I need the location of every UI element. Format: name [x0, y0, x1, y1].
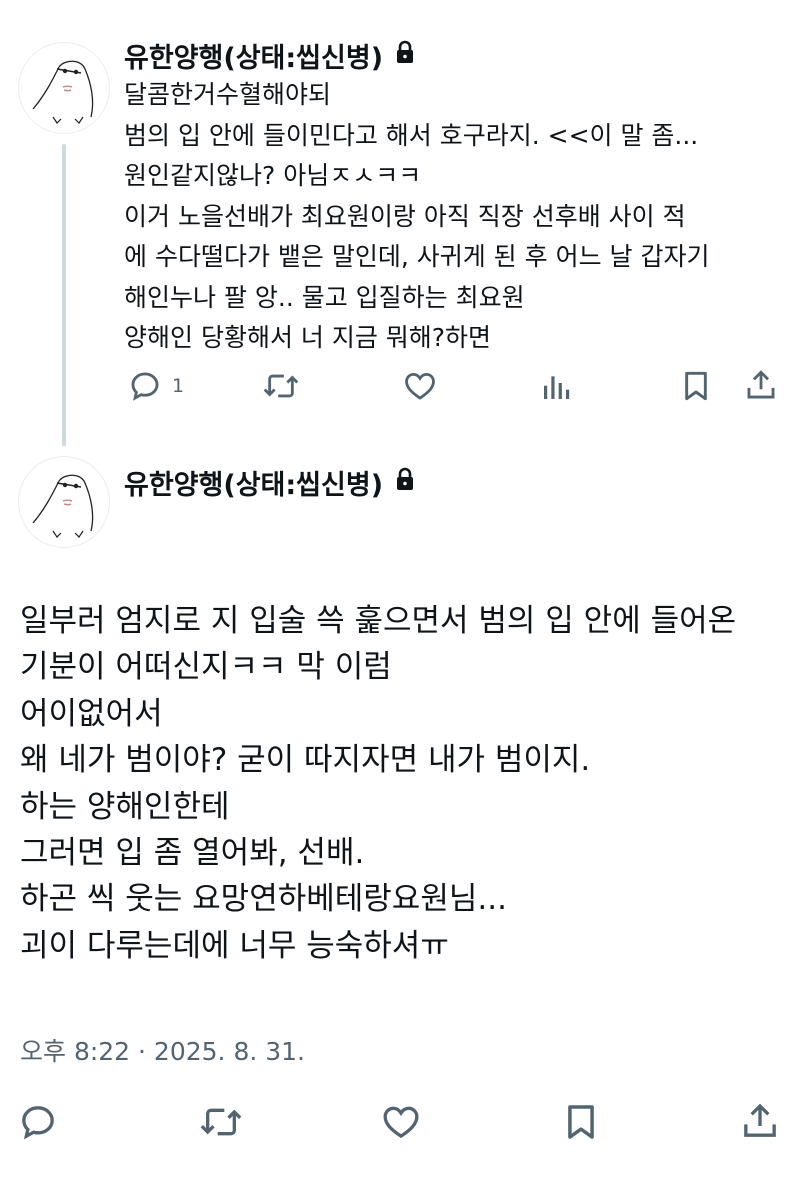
reply-icon — [128, 369, 162, 403]
like-button[interactable] — [402, 369, 438, 403]
retweet-button[interactable] — [198, 1102, 244, 1142]
reply-count: 1 — [172, 375, 185, 397]
like-button[interactable] — [380, 1102, 422, 1142]
tweet-text-line: 범의 입 안에 들이민다고 해서 호구라지. <<이 말 좀... — [124, 120, 699, 150]
tweet-text: 달콤한거수혈해야되 범의 입 안에 들이민다고 해서 호구라지. <<이 말 좀… — [124, 75, 784, 359]
tweet-text-line: 괴이 다루는데에 너무 능숙하셔ㅠ — [20, 927, 449, 964]
bookmark-button[interactable] — [680, 369, 712, 403]
avatar[interactable] — [18, 42, 110, 134]
avatar-doodle-icon — [32, 474, 94, 538]
reply-icon — [18, 1102, 58, 1142]
share-icon — [744, 367, 778, 403]
lock-icon — [395, 467, 415, 498]
tweet-author-row: 유한양행(상태:씹신병) — [124, 463, 415, 502]
share-button[interactable] — [740, 1100, 780, 1142]
tweet-text-line: 어이없어서 — [20, 695, 163, 732]
tweet-text-line: 하는 양해인한테 — [20, 788, 230, 825]
tweet-text-line: 그러면 입 좀 열어봐, 선배. — [20, 835, 365, 872]
heart-icon — [402, 369, 438, 403]
tweet-thread: 유한양행(상태:씹신병) 달콤한거수혈해야되 범의 입 안에 들이민다고 해서 … — [0, 0, 800, 1188]
tweet-text-line: 달콤한거수혈해야되 — [124, 80, 332, 109]
tweet-timestamp[interactable]: 오후 8:22 · 2025. 8. 31. — [20, 1032, 305, 1068]
views-icon — [540, 371, 572, 403]
share-button[interactable] — [744, 367, 778, 403]
share-icon — [740, 1100, 780, 1142]
retweet-button[interactable] — [262, 369, 300, 403]
views-button[interactable] — [540, 371, 572, 403]
tweet-text-line: 해인누나 팔 앙.. 물고 입질하는 최요원 — [124, 282, 525, 312]
tweet-text-line: 양해인 당황해서 너 지금 뭐해?하면 — [124, 323, 492, 352]
tweet-text-line: 기분이 어떠신지ㅋㅋ 막 이럼 — [20, 649, 392, 686]
retweet-icon — [262, 369, 300, 403]
tweet-text: 일부러 엄지로 지 입술 쓱 훑으면서 범의 입 안에 들어온 기분이 어떠신지… — [20, 598, 790, 969]
tweet-action-bar — [0, 1098, 800, 1148]
bookmark-icon — [680, 369, 712, 403]
tweet-text-line: 하곤 씩 웃는 요망연하베테랑요원님... — [20, 881, 507, 918]
author-name[interactable]: 유한양행(상태:씹신병) — [124, 463, 383, 502]
tweet-author-row: 유한양행(상태:씹신병) — [124, 36, 415, 75]
tweet-action-bar: 1 — [0, 365, 800, 409]
avatar-doodle-icon — [32, 60, 94, 124]
avatar[interactable] — [18, 456, 110, 548]
bookmark-icon — [562, 1102, 600, 1142]
lock-icon — [395, 40, 415, 71]
retweet-icon — [198, 1102, 244, 1142]
tweet-text-line: 원인같지않나? 아님ㅈㅅㅋㅋ — [124, 161, 422, 190]
bookmark-button[interactable] — [562, 1102, 600, 1142]
author-name[interactable]: 유한양행(상태:씹신병) — [124, 36, 383, 75]
tweet-text-line: 일부러 엄지로 지 입술 쓱 훑으면서 범의 입 안에 들어온 — [20, 603, 737, 639]
tweet-text-line: 이거 노을선배가 최요원이랑 아직 직장 선후배 사이 적 — [124, 201, 686, 231]
reply-button[interactable] — [18, 1102, 58, 1142]
tweet-text-line: 에 수다떨다가 뱉은 말인데, 사귀게 된 후 어느 날 갑자기 — [124, 242, 710, 271]
reply-button[interactable]: 1 — [128, 369, 184, 403]
tweet-text-line: 왜 네가 범이야? 굳이 따지자면 내가 범이지. — [20, 742, 591, 779]
heart-icon — [380, 1102, 422, 1142]
